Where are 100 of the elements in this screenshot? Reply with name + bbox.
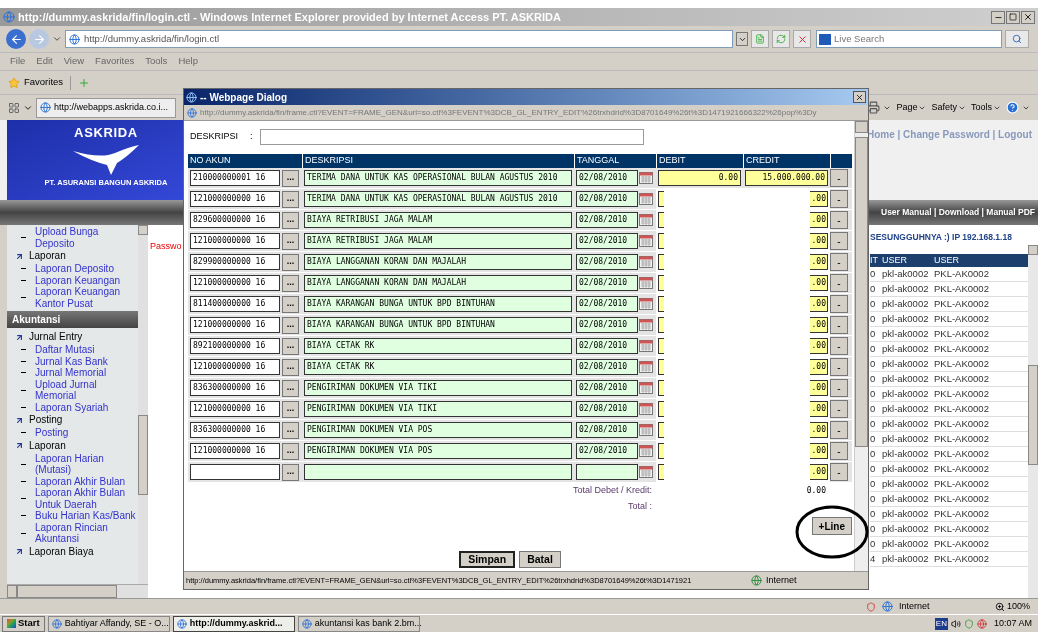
start-button[interactable]: Start [2, 615, 45, 632]
sidebar-link[interactable]: Laporan Keuangan [35, 274, 121, 286]
account-field[interactable]: 811400000000 16 [190, 296, 280, 312]
date-field[interactable]: 02/08/2010 [576, 422, 638, 438]
browse-button[interactable]: ... [282, 358, 299, 376]
remove-button[interactable]: - [830, 337, 848, 355]
menu-item[interactable]: Favorites [95, 54, 135, 69]
sidebar-link[interactable]: Laporan Syariah [35, 401, 109, 413]
add-line-button[interactable]: +Line [811, 517, 852, 535]
debit-field[interactable]: 0.00 [658, 170, 741, 186]
date-field[interactable]: 02/08/2010 [576, 296, 638, 312]
description-input[interactable]: PENGIRIMAN DOKUMEN VIA TIKI [304, 380, 572, 396]
description-input[interactable]: BIAYA CETAK RK [304, 338, 572, 354]
description-input[interactable]: TERIMA DANA UNTUK KAS OPERASIONAL BULAN AGUSTUS 2010 [304, 170, 572, 186]
sidebar-group[interactable]: Laporan Biaya [29, 545, 94, 558]
credit-field[interactable]: .00 [810, 275, 828, 291]
credit-field[interactable]: .00 [810, 464, 828, 480]
browse-button[interactable]: ... [282, 232, 299, 250]
browse-button[interactable]: ... [282, 274, 299, 292]
credit-field[interactable]: .00 [810, 443, 828, 459]
credit-field[interactable]: .00 [810, 338, 828, 354]
browse-button[interactable]: ... [282, 421, 299, 439]
sidebar-link[interactable]: Jurnal Kas Bank [35, 355, 108, 367]
remove-button[interactable]: - [830, 253, 848, 271]
account-field[interactable]: 836300000000 16 [190, 422, 280, 438]
description-input[interactable]: BIAYA KARANGAN BUNGA UNTUK BPD BINTUHAN [304, 296, 572, 312]
menu-item[interactable]: Tools [145, 54, 168, 69]
help-links[interactable]: User Manual | Download | Manual PDF [881, 206, 1035, 219]
description-input[interactable]: PENGIRIMAN DOKUMEN VIA POS [304, 443, 572, 459]
description-input[interactable]: BIAYA CETAK RK [304, 359, 572, 375]
date-field[interactable]: 02/08/2010 [576, 191, 638, 207]
date-field[interactable]: 02/08/2010 [576, 275, 638, 291]
toolbar-menu[interactable]: Safety [931, 100, 966, 115]
date-field[interactable]: 02/08/2010 [576, 443, 638, 459]
menu-item[interactable]: View [63, 54, 85, 69]
account-field[interactable]: 121000000000 16 [190, 233, 280, 249]
description-input[interactable]: BIAYA LANGGANAN KORAN DAN MAJALAH [304, 275, 572, 291]
sidebar-link[interactable]: Laporan Keuangan Kantor Pusat [35, 286, 137, 309]
credit-field[interactable]: .00 [810, 380, 828, 396]
sidebar-link[interactable]: Laporan Deposito [35, 263, 114, 275]
date-field[interactable]: 02/08/2010 [576, 254, 638, 270]
credit-field[interactable]: .00 [810, 296, 828, 312]
description-input[interactable]: TERIMA DANA UNTUK KAS OPERASIONAL BULAN AGUSTUS 2010 [304, 191, 572, 207]
date-field[interactable]: 02/08/2010 [576, 212, 638, 228]
toolbar-menu[interactable]: Page [896, 100, 927, 115]
description-input[interactable]: PENGIRIMAN DOKUMEN VIA TIKI [304, 401, 572, 417]
sidebar-group[interactable]: Laporan [29, 250, 66, 262]
account-field[interactable]: 121000000000 16 [190, 191, 280, 207]
browse-button[interactable]: ... [282, 253, 299, 271]
sidebar-link[interactable]: Laporan Akhir Bulan [35, 475, 126, 487]
taskbar-item[interactable]: http://dummy.askrid... [172, 615, 295, 632]
remove-button[interactable]: - [830, 379, 848, 397]
remove-button[interactable]: - [830, 274, 848, 292]
account-field[interactable]: 829900000000 16 [190, 254, 280, 270]
browse-button[interactable]: ... [282, 211, 299, 229]
remove-button[interactable]: - [830, 316, 848, 334]
browse-button[interactable]: ... [282, 379, 299, 397]
browse-button[interactable]: ... [282, 169, 299, 187]
credit-field[interactable]: .00 [810, 401, 828, 417]
account-field[interactable]: 210000000001 16 [190, 170, 280, 186]
account-field[interactable]: 121000000000 16 [190, 317, 280, 333]
sidebar-link[interactable]: Upload Bunga Deposito [35, 226, 137, 249]
date-field[interactable]: 02/08/2010 [576, 359, 638, 375]
credit-field[interactable]: .00 [810, 191, 828, 207]
account-field[interactable]: 121000000000 16 [190, 275, 280, 291]
taskbar-item[interactable]: Bahtiyar Affandy, SE - O... [47, 615, 170, 632]
description-input[interactable]: BIAYA RETRIBUSI JAGA MALAM [304, 212, 572, 228]
credit-field[interactable]: .00 [810, 254, 828, 270]
account-field[interactable]: 829600000000 16 [190, 212, 280, 228]
remove-button[interactable]: - [830, 442, 848, 460]
remove-button[interactable]: - [830, 358, 848, 376]
date-field[interactable]: 02/08/2010 [576, 380, 638, 396]
sidebar-link[interactable]: Laporan Harian (Mutasi) [35, 452, 137, 476]
description-input[interactable]: BIAYA RETRIBUSI JAGA MALAM [304, 233, 572, 249]
remove-button[interactable]: - [830, 400, 848, 418]
menu-item[interactable]: File [10, 54, 26, 69]
favorites-button[interactable]: Favorites [24, 75, 64, 90]
save-button[interactable]: Simpan [459, 551, 516, 568]
sidebar-group[interactable]: Posting [29, 414, 63, 426]
description-input[interactable]: PENGIRIMAN DOKUMEN VIA POS [304, 422, 572, 438]
remove-button[interactable]: - [830, 463, 848, 481]
sidebar-link[interactable]: Upload Jurnal Memorial [35, 378, 137, 402]
cancel-button[interactable]: Batal [519, 551, 561, 568]
date-field[interactable]: 02/08/2010 [576, 401, 638, 417]
browser-tab[interactable]: http://webapps.askrida.co.i... [36, 97, 176, 118]
remove-button[interactable]: - [830, 421, 848, 439]
account-field[interactable]: 121000000000 16 [190, 443, 280, 459]
sidebar-group[interactable]: Laporan [29, 439, 66, 452]
zoom-control[interactable]: 100% [994, 599, 1030, 614]
browse-button[interactable]: ... [282, 442, 299, 460]
remove-button[interactable]: - [830, 190, 848, 208]
toolbar-menu[interactable]: Tools [971, 100, 1001, 115]
browse-button[interactable]: ... [282, 316, 299, 334]
account-field[interactable]: 121000000000 16 [190, 359, 280, 375]
account-field[interactable]: 121000000000 16 [190, 401, 280, 417]
browse-button[interactable]: ... [282, 337, 299, 355]
browse-button[interactable]: ... [282, 190, 299, 208]
credit-field[interactable]: .00 [810, 317, 828, 333]
description-input[interactable]: BIAYA KARANGAN BUNGA UNTUK BPD BINTUHAN [304, 317, 572, 333]
sidebar-link[interactable]: Jurnal Memorial [35, 367, 107, 379]
